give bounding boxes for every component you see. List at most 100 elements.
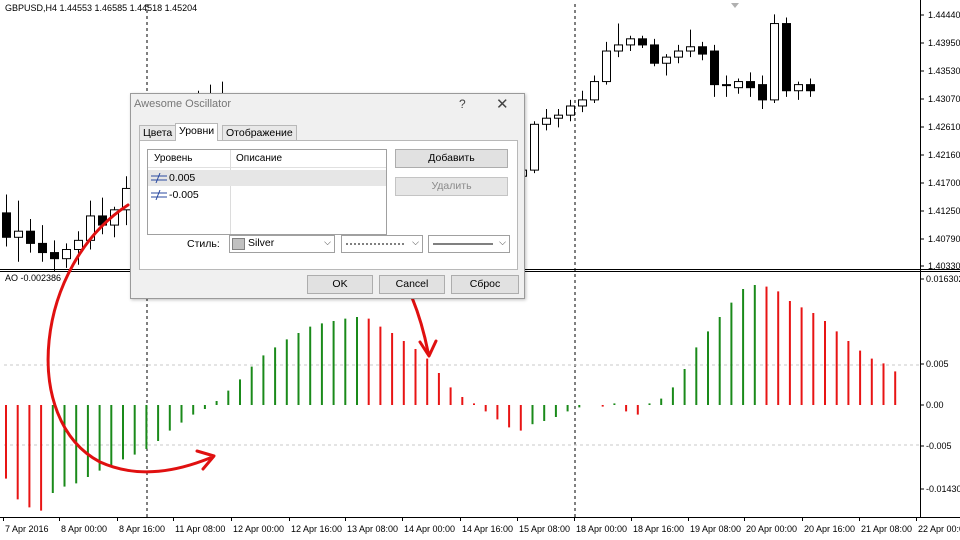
time-tick-label: 18 Apr 16:00	[633, 524, 684, 534]
color-swatch	[232, 238, 245, 250]
time-tick-label: 8 Apr 00:00	[61, 524, 107, 534]
line-width-select[interactable]: ⌵	[428, 235, 510, 253]
candle	[770, 14, 779, 103]
candle	[746, 72, 755, 97]
time-tick-label: 20 Apr 00:00	[746, 524, 797, 534]
candle	[698, 41, 707, 61]
dialog-title: Awesome Oscillator	[134, 98, 231, 110]
candle	[530, 121, 539, 174]
time-tick-label: 7 Apr 2016	[5, 524, 49, 534]
indicator-info: AO -0.002386	[5, 273, 61, 283]
help-button[interactable]: ?	[459, 97, 466, 111]
time-tick-label: 20 Apr 16:00	[804, 524, 855, 534]
price-tick-label: 1.43070	[928, 94, 960, 104]
time-tick-label: 14 Apr 00:00	[404, 524, 455, 534]
color-select[interactable]: Silver ⌵	[229, 235, 335, 253]
time-tick-label: 13 Apr 08:00	[347, 524, 398, 534]
dashed-line-icon	[346, 243, 406, 245]
tab-levels[interactable]: Уровни	[175, 123, 219, 141]
tab-colors[interactable]: Цвета	[139, 125, 177, 140]
candle	[806, 78, 815, 97]
price-axis: 1.44440 1.43950 1.43530 1.43070 1.42610 1.421…	[920, 10, 960, 271]
candle	[674, 44, 683, 64]
candle	[50, 240, 59, 271]
indicator-properties-dialog: Awesome Oscillator ? ✕ Цвета Уровни Отоб…	[130, 93, 525, 299]
time-tick-label: 12 Apr 16:00	[291, 524, 342, 534]
time-tick-label: 11 Apr 08:00	[175, 524, 225, 534]
ao-axis: 0.016302 0.005 0.00 -0.005 -0.014306	[920, 274, 960, 494]
time-axis: 7 Apr 2016 8 Apr 00:00 8 Apr 16:00 11 Apr 0…	[3, 517, 960, 534]
time-tick-label: 15 Apr 08:00	[519, 524, 570, 534]
candle	[686, 29, 695, 58]
candle	[782, 17, 791, 97]
time-tick-label: 19 Apr 08:00	[690, 524, 741, 534]
price-tick-label: 1.42610	[928, 122, 960, 132]
ao-tick-label: -0.014306	[926, 484, 960, 494]
levels-list[interactable]: Уровень Описание 0.005 -0.005	[147, 149, 387, 235]
tab-display[interactable]: Отображение	[222, 125, 297, 140]
level-line-icon	[151, 190, 167, 200]
candle	[638, 35, 647, 48]
price-tick-label: 1.41250	[928, 206, 960, 216]
reset-button[interactable]: Сброс	[451, 275, 519, 294]
levels-list-header: Уровень Описание	[148, 150, 386, 168]
level-line-icon	[151, 173, 167, 183]
candle	[614, 23, 623, 58]
level-value: 0.005	[169, 172, 196, 184]
candle	[566, 99, 575, 122]
candle	[542, 109, 551, 131]
candle	[602, 41, 611, 85]
level-row[interactable]: 0.005	[148, 170, 386, 186]
price-tick-label: 1.40790	[928, 234, 960, 244]
candle	[2, 194, 11, 247]
time-tick-label: 18 Apr 00:00	[576, 524, 627, 534]
candle	[734, 78, 743, 94]
candle	[38, 225, 47, 262]
candle	[710, 44, 719, 97]
candle	[554, 109, 563, 128]
chevron-down-icon: ⌵	[499, 237, 506, 247]
price-tick-label: 1.42160	[928, 150, 960, 160]
ao-tick-label: 0.016302	[926, 274, 960, 284]
shift-marker	[731, 3, 739, 8]
ok-button[interactable]: OK	[307, 275, 373, 294]
ao-tick-label: 0.005	[926, 359, 949, 369]
delete-level-button[interactable]: Удалить	[395, 177, 508, 196]
candle	[578, 90, 587, 113]
solid-line-icon	[433, 243, 493, 245]
description-column-header[interactable]: Описание	[236, 153, 282, 164]
ao-histogram	[5, 285, 897, 511]
time-tick-label: 14 Apr 16:00	[462, 524, 513, 534]
price-tick-label: 1.40330	[928, 261, 960, 271]
level-row[interactable]: -0.005	[148, 187, 386, 203]
candle	[26, 218, 35, 253]
price-tick-label: 1.41700	[928, 178, 960, 188]
price-tick-label: 1.44440	[928, 10, 960, 20]
line-style-select[interactable]: ⌵	[341, 235, 423, 253]
chevron-down-icon: ⌵	[412, 237, 419, 247]
ao-tick-label: -0.005	[926, 441, 952, 451]
candle	[62, 243, 71, 268]
candle	[794, 81, 803, 100]
price-tick-label: 1.43530	[928, 66, 960, 76]
color-select-value: Silver	[248, 237, 275, 249]
candle	[722, 75, 731, 97]
close-button[interactable]: ✕	[496, 95, 509, 113]
time-tick-label: 22 Apr 00:00	[918, 524, 960, 534]
cancel-button[interactable]: Cancel	[379, 275, 445, 294]
level-value: -0.005	[169, 189, 199, 201]
time-tick-label: 12 Apr 00:00	[233, 524, 284, 534]
level-column-header[interactable]: Уровень	[154, 153, 193, 164]
candle	[626, 35, 635, 52]
style-label: Стиль:	[187, 238, 220, 250]
candle	[590, 75, 599, 103]
candle	[758, 75, 767, 110]
time-tick-label: 21 Apr 08:00	[861, 524, 912, 534]
ao-tick-label: 0.00	[926, 400, 944, 410]
symbol-info: GBPUSD,H4 1.44553 1.46585 1.44518 1.4520…	[5, 3, 197, 13]
candle	[14, 200, 23, 262]
candle	[650, 38, 659, 67]
time-tick-label: 8 Apr 16:00	[119, 524, 165, 534]
add-level-button[interactable]: Добавить	[395, 149, 508, 168]
chevron-down-icon: ⌵	[324, 237, 331, 247]
